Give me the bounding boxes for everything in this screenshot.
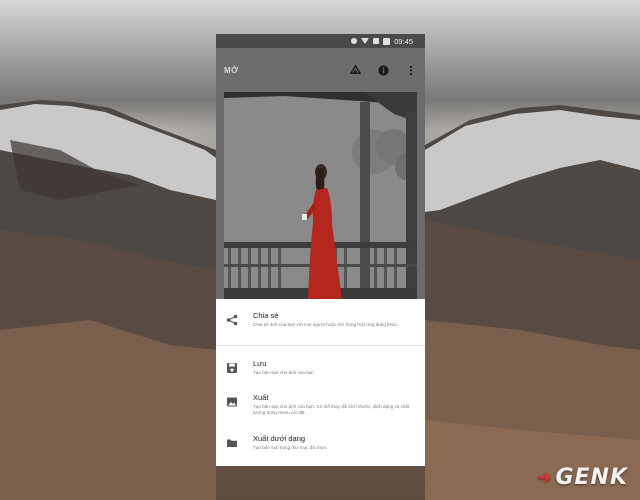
export-as-description: Tạo bản sao trong thư mục đã chọn.: [253, 445, 328, 450]
battery-icon: [383, 37, 391, 45]
share-option[interactable]: Chia sẻ Chia sẻ ảnh của bạn với mọi ngườ…: [216, 311, 425, 328]
status-time: 09:45: [394, 36, 413, 46]
logo-arrow-icon: ➜: [536, 467, 553, 488]
wifi-icon: [361, 38, 370, 44]
save-icon: [226, 361, 238, 373]
status-bar: 09:45: [216, 34, 425, 48]
genk-watermark: ➜ GENK: [536, 465, 628, 490]
more-vert-icon[interactable]: [405, 64, 417, 76]
signal-icon: [373, 38, 380, 44]
save-option[interactable]: Lưu Tạo bản sao cho ảnh của bạn: [216, 359, 425, 376]
save-title: Lưu: [253, 359, 267, 368]
notification-icon: [351, 38, 358, 44]
watermark-text: GENK: [555, 465, 628, 490]
save-description: Tạo bản sao cho ảnh của bạn: [253, 370, 314, 375]
divider: [216, 345, 425, 346]
info-icon[interactable]: [377, 64, 389, 76]
share-sheet: Chia sẻ Chia sẻ ảnh của bạn với mọi ngườ…: [216, 299, 425, 466]
export-description: Tạo bản sao cho ảnh của bạn. Có thể thay…: [253, 404, 410, 415]
folder-icon: [226, 436, 238, 448]
phone-screen: 09:45 MỞ Chia sẻ Chia sẻ ảnh của bạn với…: [216, 34, 425, 466]
export-title: Xuất: [253, 393, 269, 402]
photo-viewer[interactable]: [216, 92, 425, 299]
share-description: Chia sẻ ảnh của bạn với mọi người hoặc m…: [253, 322, 399, 327]
drive-icon[interactable]: [349, 64, 361, 76]
export-as-title: Xuất dưới dạng: [253, 434, 306, 443]
open-button[interactable]: MỞ: [224, 66, 349, 75]
export-option[interactable]: Xuất Tạo bản sao cho ảnh của bạn. Có thể…: [216, 393, 425, 416]
share-title: Chia sẻ: [253, 311, 279, 320]
photo-image: [224, 92, 417, 299]
image-icon: [226, 395, 238, 407]
app-bar: MỞ: [216, 48, 425, 92]
share-icon: [226, 313, 238, 326]
export-as-option[interactable]: Xuất dưới dạng Tạo bản sao trong thư mục…: [216, 434, 425, 451]
